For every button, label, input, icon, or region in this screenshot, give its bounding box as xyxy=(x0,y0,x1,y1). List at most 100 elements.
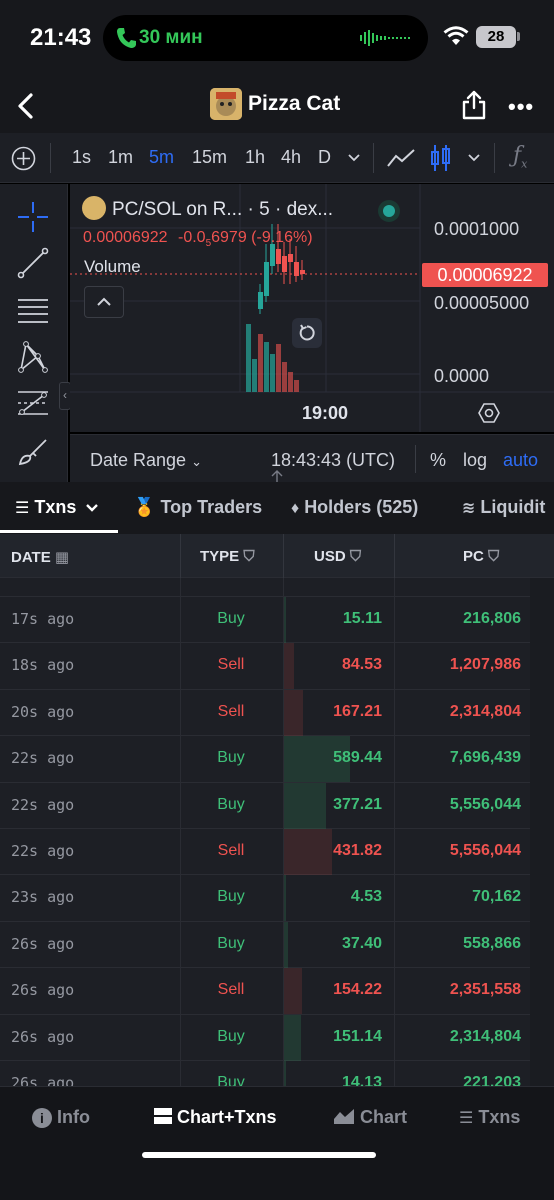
date-range-button[interactable]: Date Range ⌄ xyxy=(90,450,202,471)
interval-1m[interactable]: 1m xyxy=(108,147,133,168)
table-row[interactable]: 18s ago Sell 84.53 1,207,986 xyxy=(0,643,554,690)
table-row[interactable]: 17s ago Buy 15.11 216,806 xyxy=(0,597,554,644)
call-indicator[interactable]: 30 мин xyxy=(103,15,428,61)
cell-date: 17s ago xyxy=(11,610,75,628)
list-icon: ☰ xyxy=(459,1110,474,1127)
txns-table-body[interactable]: 17s ago Buy 15.11 216,806 18s ago Sell 84.53 1,… xyxy=(0,578,554,1086)
chart-toolbar: 1s 1m 5m 15m 1h 4h D ƒx xyxy=(0,133,554,183)
tab-top-traders[interactable]: 🏅 Top Traders xyxy=(133,497,262,518)
bottom-nav: i Info Chart+Txns Chart ☰ Txns xyxy=(0,1086,554,1200)
cell-pc: 1,207,986 xyxy=(449,656,521,674)
log-toggle[interactable]: log xyxy=(463,450,487,471)
chart-settings-icon[interactable] xyxy=(478,402,500,424)
table-row[interactable]: 26s ago Buy 151.14 2,314,804 xyxy=(0,1014,554,1061)
date-range-label: Date Range xyxy=(90,450,187,470)
divider xyxy=(50,143,51,173)
table-row[interactable]: 23s ago Buy 4.53 70,162 xyxy=(0,875,554,922)
volume-bar xyxy=(284,1014,301,1061)
table-row[interactable]: 20s ago Sell 167.21 2,314,804 xyxy=(0,689,554,737)
nav-chart-txns[interactable]: Chart+Txns xyxy=(154,1107,277,1128)
cell-pc: 5,556,044 xyxy=(449,842,521,859)
nav-chart-label: Chart xyxy=(360,1107,408,1127)
chevron-down-icon[interactable] xyxy=(467,153,481,163)
interval-1s[interactable]: 1s xyxy=(72,147,91,168)
cell-date: 26s ago xyxy=(11,934,75,953)
interval-4h[interactable]: 4h xyxy=(281,147,301,168)
divider xyxy=(415,445,416,473)
price-chart[interactable]: PC/SOL on R... · 5 · dex... 0.00006922 -… xyxy=(70,184,554,432)
auto-toggle[interactable]: auto xyxy=(503,450,538,471)
line-chart-icon[interactable] xyxy=(386,146,416,170)
pattern-icon[interactable] xyxy=(16,340,50,374)
reset-chart-button[interactable] xyxy=(292,318,322,348)
horizontal-lines-icon[interactable] xyxy=(16,294,50,328)
chart-utc-time[interactable]: 18:43:43 (UTC) xyxy=(271,450,395,471)
cell-usd: 15.11 xyxy=(342,610,382,627)
crosshair-icon[interactable] xyxy=(16,200,50,234)
tab-txns[interactable]: ☰ Txns xyxy=(15,497,99,518)
percent-toggle[interactable]: % xyxy=(430,450,446,471)
cell-pc: 216,806 xyxy=(463,610,521,627)
chevron-down-icon[interactable] xyxy=(347,153,361,163)
table-row[interactable]: 22s ago Buy 589.44 7,696,439 xyxy=(0,736,554,783)
table-row[interactable]: 26s ago Buy 14.13 221,203 xyxy=(0,1061,554,1086)
cell-usd: 14.13 xyxy=(341,1074,382,1086)
cell-type: Buy xyxy=(217,749,245,767)
tab-liquidity[interactable]: ≋ Liquidit xyxy=(462,497,545,518)
share-icon[interactable] xyxy=(462,90,486,120)
nav-txns[interactable]: ☰ Txns xyxy=(459,1107,520,1128)
cell-date: 26s ago xyxy=(11,1074,75,1086)
volume-bar xyxy=(284,875,286,922)
tab-holders[interactable]: ♦ Holders (525) xyxy=(291,497,418,518)
chart-legend-title[interactable]: PC/SOL on R... · 5 · dex... xyxy=(112,199,333,221)
column-type[interactable]: TYPE ⛉ xyxy=(200,548,255,565)
cell-date: 26s ago xyxy=(11,981,75,1000)
volume-label: Volume xyxy=(84,257,141,276)
brush-icon[interactable] xyxy=(16,434,50,468)
cell-pc: 5,556,044 xyxy=(449,795,521,813)
y-axis-label: 0.00005000 xyxy=(434,293,530,313)
medal-icon: 🏅 xyxy=(133,497,156,517)
cell-date: 20s ago xyxy=(11,702,75,721)
trendline-icon[interactable] xyxy=(16,246,50,280)
column-date-label: DATE xyxy=(11,549,51,566)
table-row[interactable]: 26s ago Buy 37.40 558,866 xyxy=(0,921,554,969)
column-usd[interactable]: USD ⛉ xyxy=(314,548,361,565)
status-bar: 21:43 30 мин 28 xyxy=(0,0,554,80)
volume-bar xyxy=(284,643,294,690)
chevron-down-icon: ⌄ xyxy=(191,454,202,469)
indicators-icon[interactable]: ƒx xyxy=(513,143,527,170)
data-tabs: ☰ Txns 🏅 Top Traders ♦ Holders (525) ≋ L… xyxy=(0,482,554,534)
legend-collapse-button[interactable] xyxy=(84,286,124,318)
chevron-down-icon xyxy=(86,504,99,512)
cell-type: Sell xyxy=(217,842,245,859)
tab-top-traders-label: Top Traders xyxy=(160,497,263,517)
interval-15m[interactable]: 15m xyxy=(192,147,227,168)
table-row[interactable]: 22s ago Sell 431.82 5,556,044 xyxy=(0,829,554,876)
back-chevron-icon[interactable] xyxy=(14,92,38,120)
column-pc[interactable]: PC ⛉ xyxy=(463,548,499,565)
cell-type: Sell xyxy=(217,656,245,674)
volume-bar xyxy=(270,354,275,392)
more-icon[interactable]: ••• xyxy=(508,94,534,120)
cell-type: Buy xyxy=(217,888,245,906)
cell-usd: 4.53 xyxy=(350,888,382,906)
interval-1h[interactable]: 1h xyxy=(245,147,265,168)
volume-bar xyxy=(284,829,333,875)
y-axis-label: 0.0000 xyxy=(434,366,490,386)
interval-d[interactable]: D xyxy=(318,147,331,168)
cell-pc: 2,314,804 xyxy=(449,702,521,720)
chart-bottom-bar: Date Range ⌄ 18:43:43 (UTC) % log auto xyxy=(70,434,554,482)
column-date[interactable]: DATE ▦ xyxy=(11,548,69,566)
table-scrollbar[interactable] xyxy=(530,578,554,1086)
add-circle-icon[interactable] xyxy=(11,146,36,171)
table-row[interactable]: 22s ago Buy 377.21 5,556,044 xyxy=(0,782,554,829)
prediction-icon[interactable] xyxy=(16,386,50,420)
legend-price: 0.00006922 xyxy=(83,229,168,246)
nav-chart[interactable]: Chart xyxy=(333,1107,407,1128)
interval-5m[interactable]: 5m xyxy=(149,147,174,168)
table-row[interactable]: 26s ago Sell 154.22 2,351,558 xyxy=(0,968,554,1015)
cell-usd: 154.22 xyxy=(333,981,382,999)
candlestick-icon[interactable] xyxy=(430,143,452,173)
nav-info[interactable]: i Info xyxy=(32,1107,90,1128)
